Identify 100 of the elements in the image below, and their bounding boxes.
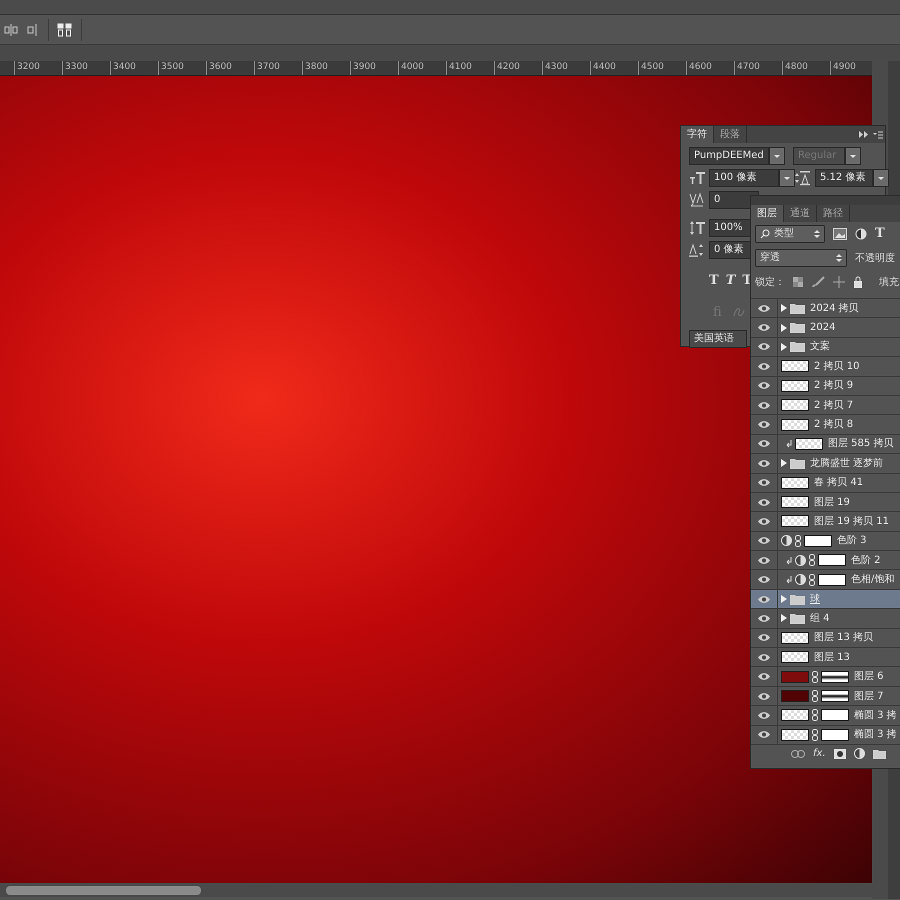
move-icon[interactable] [833,276,845,288]
layer-row[interactable]: 文案 [751,338,900,358]
vertical-scale-icon [689,220,707,236]
expand-triangle-icon[interactable] [781,342,787,351]
eye-icon[interactable] [757,400,771,410]
layer-name: 2 拷贝 9 [814,379,854,394]
eye-icon[interactable] [757,516,771,526]
layer-row[interactable]: 图层 13 拷贝 [751,628,900,648]
eye-icon[interactable] [757,730,771,740]
expand-triangle-icon[interactable] [781,614,787,622]
eye-icon[interactable] [757,381,771,390]
layer-name: 图层 19 拷贝 11 [814,514,889,529]
expand-triangle-icon[interactable] [781,324,787,332]
eye-icon[interactable] [757,652,771,662]
folder-icon[interactable] [872,748,886,759]
expand-triangle-icon[interactable] [781,595,787,604]
eye-icon[interactable] [757,556,771,565]
adjustment-filter-icon[interactable] [855,228,867,240]
eye-icon[interactable] [757,439,771,448]
layer-name: 椭圆 3 拷 [854,708,897,723]
layer-row[interactable]: 色相/饱和 [751,570,900,590]
eye-icon[interactable] [757,575,771,584]
eye-icon[interactable] [757,536,771,546]
fx-button[interactable]: fx. [813,746,826,762]
expand-triangle-icon[interactable] [781,304,787,312]
adjustment-icon[interactable] [854,748,865,760]
eye-icon[interactable] [757,594,771,604]
align-center-icon[interactable] [4,22,18,36]
eye-icon[interactable] [757,362,771,371]
layer-name: 图层 19 [814,496,850,510]
eye-icon[interactable] [757,420,771,430]
layer-thumbnail [781,651,809,664]
layer-name: 2 拷贝 10 [814,360,860,374]
layer-row[interactable]: 色阶 2 [751,551,900,570]
eye-icon[interactable] [757,498,771,507]
brush-icon[interactable] [811,276,825,288]
leading-field[interactable]: 5.12 像素 [815,169,873,187]
layer-thumbnail [781,360,809,372]
layer-row[interactable]: 椭圆 3 拷 [751,726,900,745]
layer-row[interactable]: 椭圆 3 拷 [751,706,900,726]
layer-row[interactable]: 2 拷贝 10 [751,357,900,377]
layer-name: 图层 13 [814,650,850,665]
updown-caret-icon [836,253,842,263]
horizontal-scrollbar[interactable] [0,883,872,897]
layer-row[interactable]: 图层 19 [751,492,900,512]
eye-icon[interactable] [757,614,771,623]
font-size-field[interactable]: 100 像素 [709,169,779,187]
blend-mode-dropdown[interactable]: 穿透 [755,249,847,267]
layer-row[interactable]: 组 4 [751,609,900,629]
layer-name: 2 拷贝 8 [814,418,854,432]
layer-row[interactable]: 球 [751,590,900,610]
layer-row[interactable]: 龙腾盛世 逐梦前 [751,454,900,474]
ruler-label: 4400 [590,61,638,75]
layer-thumbnail [795,438,823,450]
layer-thumbnail [781,728,809,741]
layer-row[interactable]: 图层 585 拷贝 [751,434,900,454]
layer-row[interactable]: 2024 拷贝 [751,299,900,318]
eye-icon[interactable] [757,672,771,682]
eye-icon[interactable] [757,478,771,488]
text-style-button[interactable]: T [709,271,719,290]
eye-icon[interactable] [757,304,771,313]
layer-thumbnail [781,380,809,392]
font-family-field[interactable]: PumpDEEMed [689,147,769,165]
layer-row[interactable]: 图层 13 [751,648,900,668]
eye-icon[interactable] [757,710,771,720]
filter-dropdown[interactable]: 类型 [755,225,825,243]
type-filter-button[interactable]: T [875,224,885,244]
language-field[interactable]: 美国英语 [689,330,747,348]
layer-row[interactable]: 2 拷贝 8 [751,415,900,435]
eye-icon[interactable] [757,692,771,700]
search-icon [760,229,770,239]
layer-row[interactable]: 图层 19 拷贝 11 [751,512,900,532]
layer-row[interactable]: 色阶 3 [751,532,900,552]
link-icon[interactable] [791,750,805,758]
expand-triangle-icon[interactable] [781,459,787,468]
mask-icon[interactable] [834,748,846,759]
layer-row[interactable]: 2 拷贝 9 [751,376,900,396]
layer-row[interactable]: 2024 [751,318,900,338]
panel-tab[interactable]: 图层 [751,205,784,222]
layer-thumbnail [781,496,809,508]
blend-mode-label: 穿透 [760,250,781,265]
layer-row[interactable]: 春 拷贝 41 [751,474,900,493]
image-filter-icon[interactable] [833,228,847,240]
ruler-label: 3400 [110,61,158,75]
eye-icon[interactable] [757,342,771,352]
panel-tab[interactable]: 字符 [681,126,714,143]
eye-icon[interactable] [757,323,771,332]
ruler-label: 3500 [158,61,206,75]
checker-lock-icon[interactable] [793,277,803,287]
lock-icon[interactable] [853,276,863,288]
layer-name: 龙腾盛世 逐梦前 [810,456,884,471]
text-style-button[interactable]: T [726,271,736,290]
distribute-icon[interactable] [57,22,73,36]
layer-row[interactable]: 2 拷贝 7 [751,396,900,416]
eye-icon[interactable] [757,458,771,468]
fill-label: 填充 [879,276,899,290]
layer-row[interactable]: 图层 6 [751,667,900,687]
layer-row[interactable]: 图层 7 [751,686,900,706]
eye-icon[interactable] [757,633,771,642]
layer-name: 色相/饱和 [851,572,894,588]
